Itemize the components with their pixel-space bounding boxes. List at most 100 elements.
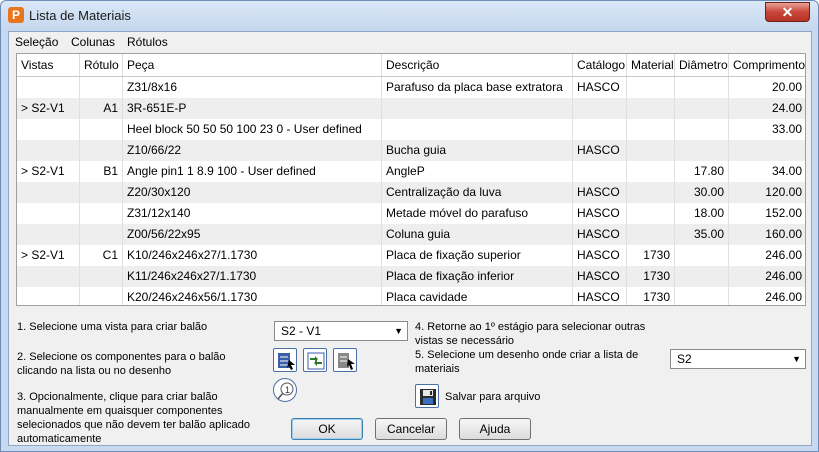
col-rotulo-header[interactable]: Rótulo <box>80 54 123 76</box>
bom-table[interactable]: Vistas Rótulo Peça Descrição Catálogo Materia… <box>16 53 806 306</box>
menu-selecao[interactable]: Seleção <box>15 35 58 49</box>
col-vistas-cell <box>17 203 80 224</box>
manual-balloon-button[interactable]: 1 <box>273 378 297 402</box>
table-row[interactable]: > S2-V1 C1 K10/246x246x27/1.1730 Placa de f… <box>17 245 805 266</box>
col-material-cell <box>627 77 675 98</box>
col-catalogo-cell: HASCO <box>573 224 627 245</box>
col-descricao-cell: Metade móvel do parafuso <box>382 203 573 224</box>
col-catalogo-cell: HASCO <box>573 245 627 266</box>
col-descricao-cell <box>382 119 573 140</box>
col-catalogo-header[interactable]: Catálogo <box>573 54 627 76</box>
view-select[interactable]: S2 - V1 ▼ <box>274 321 408 341</box>
col-material-cell <box>627 98 675 119</box>
col-comprimento-cell: 246.00 <box>729 266 805 287</box>
step3-text: 3. Opcionalmente, clique para criar balã… <box>17 391 250 445</box>
save-to-file-label[interactable]: Salvar para arquivo <box>445 390 540 404</box>
col-vistas-cell <box>17 119 80 140</box>
col-diametro-cell: 35.00 <box>675 224 729 245</box>
menu-rotulos[interactable]: Rótulos <box>127 35 168 49</box>
col-diametro-header[interactable]: Diâmetro <box>675 54 729 76</box>
col-material-cell <box>627 140 675 161</box>
table-row[interactable]: Heel block 50 50 50 100 23 0 - User defi… <box>17 119 805 140</box>
col-vistas-cell <box>17 287 80 305</box>
table-row[interactable]: K20/246x246x56/1.1730 Placa cavidade HASCO… <box>17 287 805 305</box>
balloon-icon: 1 <box>277 382 294 400</box>
select-list-button[interactable] <box>273 348 297 372</box>
col-descricao-cell <box>382 98 573 119</box>
col-material-cell <box>627 161 675 182</box>
col-diametro-cell <box>675 140 729 161</box>
col-diametro-cell <box>675 266 729 287</box>
col-peca-cell: K20/246x246x56/1.1730 <box>123 287 382 305</box>
window-title: Lista de Materiais <box>29 8 131 23</box>
select-drawing-button[interactable] <box>333 348 357 372</box>
col-vistas-cell <box>17 266 80 287</box>
drawing-select-icon <box>338 353 355 370</box>
col-diametro-cell: 17.80 <box>675 161 729 182</box>
col-catalogo-cell <box>573 119 627 140</box>
table-row[interactable]: > S2-V1 B1 Angle pin1 1 8.9 100 - User def… <box>17 161 805 182</box>
col-descricao-cell: Placa de fixação superior <box>382 245 573 266</box>
table-row[interactable]: > S2-V1 A1 3R-651E-P 24.00 <box>17 98 805 119</box>
drawing-select[interactable]: S2 ▼ <box>670 349 806 369</box>
col-comprimento-cell: 20.00 <box>729 77 805 98</box>
table-row[interactable]: Z20/30x120 Centralização da luva HASCO 30.0… <box>17 182 805 203</box>
col-vistas-cell: > S2-V1 <box>17 98 80 119</box>
col-rotulo-cell <box>80 140 123 161</box>
col-peca-cell: 3R-651E-P <box>123 98 382 119</box>
col-peca-cell: K10/246x246x27/1.1730 <box>123 245 382 266</box>
col-rotulo-cell <box>80 182 123 203</box>
col-comprimento-cell: 34.00 <box>729 161 805 182</box>
col-catalogo-cell: HASCO <box>573 140 627 161</box>
swap-select-icon <box>307 352 325 370</box>
select-both-button[interactable] <box>303 348 327 372</box>
col-rotulo-cell <box>80 224 123 245</box>
col-comprimento-header[interactable]: Comprimento <box>729 54 805 76</box>
col-diametro-cell: 30.00 <box>675 182 729 203</box>
col-vistas-header[interactable]: Vistas <box>17 54 80 76</box>
col-catalogo-cell: HASCO <box>573 266 627 287</box>
col-material-header[interactable]: Material <box>627 54 675 76</box>
col-peca-cell: Z31/8x16 <box>123 77 382 98</box>
col-peca-cell: Z20/30x120 <box>123 182 382 203</box>
col-diametro-cell <box>675 98 729 119</box>
chevron-down-icon: ▼ <box>394 326 403 336</box>
col-material-cell: 1730 <box>627 245 675 266</box>
col-comprimento-cell: 33.00 <box>729 119 805 140</box>
step2-text: 2. Selecione os componentes para o balão… <box>17 351 226 377</box>
menu-colunas[interactable]: Colunas <box>71 35 115 49</box>
table-row[interactable]: Z31/12x140 Metade móvel do parafuso HASCO 1… <box>17 203 805 224</box>
ok-button[interactable]: OK <box>291 418 363 440</box>
app-icon: P <box>8 7 24 23</box>
col-material-cell: 1730 <box>627 287 675 305</box>
col-comprimento-cell: 246.00 <box>729 245 805 266</box>
dialog-client: Seleção Colunas Rótulos Vistas Rótulo Peça… <box>8 31 812 446</box>
col-vistas-cell <box>17 224 80 245</box>
col-catalogo-cell: HASCO <box>573 287 627 305</box>
col-vistas-cell: > S2-V1 <box>17 161 80 182</box>
col-descricao-header[interactable]: Descrição <box>382 54 573 76</box>
col-rotulo-cell: A1 <box>80 98 123 119</box>
save-to-file-button[interactable] <box>415 384 439 408</box>
col-vistas-cell: > S2-V1 <box>17 245 80 266</box>
col-material-cell <box>627 203 675 224</box>
step1-text: 1. Selecione uma vista para criar balão <box>17 321 208 333</box>
help-button[interactable]: Ajuda <box>459 418 531 440</box>
col-vistas-cell <box>17 140 80 161</box>
table-row[interactable]: Z00/56/22x95 Coluna guia HASCO 35.00 160.00 <box>17 224 805 245</box>
col-comprimento-cell: 160.00 <box>729 224 805 245</box>
table-row[interactable]: Z10/66/22 Bucha guia HASCO <box>17 140 805 161</box>
col-vistas-cell <box>17 77 80 98</box>
close-button[interactable]: ✕ <box>765 2 810 22</box>
col-diametro-cell: 18.00 <box>675 203 729 224</box>
col-vistas-cell <box>17 182 80 203</box>
menu-bar: Seleção Colunas Rótulos <box>9 32 811 50</box>
col-peca-header[interactable]: Peça <box>123 54 382 76</box>
table-row[interactable]: K11/246x246x27/1.1730 Placa de fixação in… <box>17 266 805 287</box>
cancel-button[interactable]: Cancelar <box>375 418 447 440</box>
col-peca-cell: K11/246x246x27/1.1730 <box>123 266 382 287</box>
title-bar[interactable]: P Lista de Materiais ✕ <box>1 1 818 31</box>
table-row[interactable]: Z31/8x16 Parafuso da placa base extratora… <box>17 77 805 98</box>
col-comprimento-cell: 120.00 <box>729 182 805 203</box>
col-material-cell <box>627 182 675 203</box>
